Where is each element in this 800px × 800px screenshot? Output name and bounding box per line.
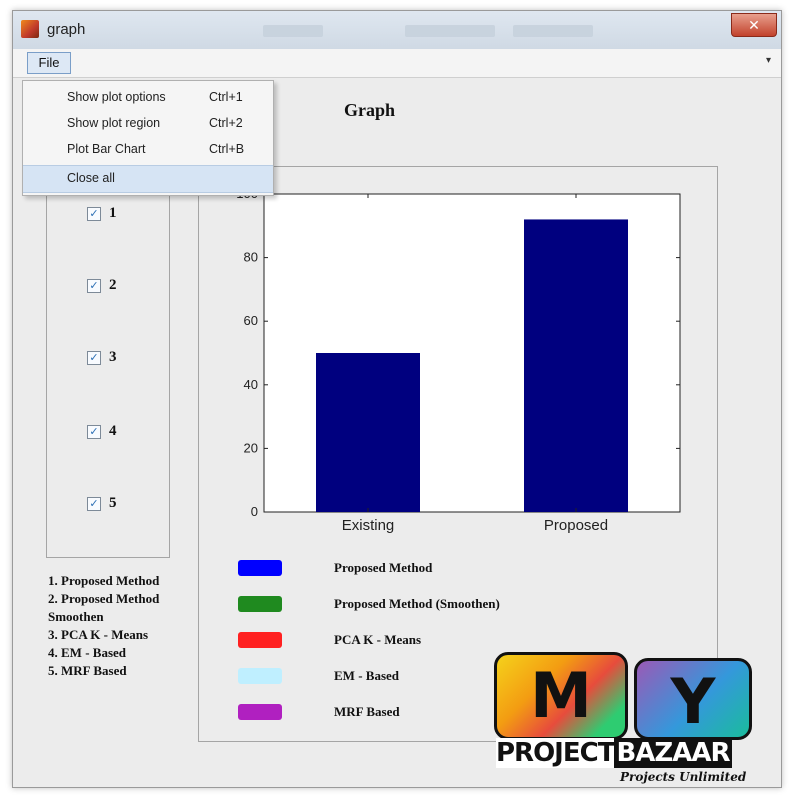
logo-letter-m: M: [530, 659, 592, 732]
menu-item-plot-bar-chart[interactable]: Plot Bar Chart Ctrl+B: [23, 137, 273, 163]
y-tick-label: 20: [244, 440, 258, 455]
legend-label: MRF Based: [334, 704, 400, 719]
legend-swatch: [238, 596, 282, 612]
legend-swatch: [238, 704, 282, 720]
legend-item-em-based: EM - Based: [238, 666, 538, 686]
logo-word-project: PROJECT: [496, 738, 615, 768]
logo-m-block: M: [494, 652, 628, 740]
menu-item-label: Show plot options: [67, 90, 166, 104]
menu-item-show-plot-options[interactable]: Show plot options Ctrl+1: [23, 85, 273, 111]
menu-item-show-plot-region[interactable]: Show plot region Ctrl+2: [23, 111, 273, 137]
y-tick-label: 40: [244, 377, 258, 392]
menu-item-shortcut: Ctrl+B: [209, 142, 245, 156]
y-tick-label: 60: [244, 313, 258, 328]
menu-item-shortcut: Ctrl+1: [209, 90, 243, 104]
logo-tagline: Projects Unlimited: [620, 770, 747, 784]
y-tick-label: 0: [251, 504, 258, 519]
logo-word-bazaar: BAZAAR: [614, 738, 732, 768]
legend-item-pca-k-means: PCA K - Means: [238, 630, 538, 650]
logo-letter-y: Y: [670, 665, 716, 738]
file-menu-dropdown: Show plot options Ctrl+1 Show plot regio…: [22, 80, 274, 196]
menu-item-label: Close all: [67, 171, 115, 185]
logo-wordmark: PROJECTBAZAAR: [496, 738, 732, 768]
menu-item-label: Plot Bar Chart: [67, 142, 146, 156]
legend-label: Proposed Method (Smoothen): [334, 596, 500, 611]
logo-y-block: Y: [634, 658, 752, 740]
legend-label: Proposed Method: [334, 560, 433, 575]
legend-label: PCA K - Means: [334, 632, 422, 647]
menu-item-shortcut: Ctrl+2: [209, 116, 243, 130]
legend-swatch: [238, 560, 282, 576]
x-tick-label: Existing: [342, 517, 395, 534]
menu-item-label: Show plot region: [67, 116, 161, 130]
legend: Proposed Method Proposed Method (Smoothe…: [238, 552, 538, 722]
legend-swatch: [238, 632, 282, 648]
legend-item-proposed-method-smoothen: Proposed Method (Smoothen): [238, 594, 538, 614]
bar-existing: [316, 353, 420, 512]
legend-item-mrf-based: MRF Based: [238, 702, 538, 722]
bar-proposed: [524, 219, 628, 512]
legend-swatch: [238, 668, 282, 684]
x-tick-label: Proposed: [544, 517, 608, 534]
my-project-bazaar-logo: M Y PROJECTBAZAAR Projects Unlimited: [494, 652, 760, 790]
legend-item-proposed-method: Proposed Method: [238, 558, 538, 578]
menu-item-close-all[interactable]: Close all: [23, 165, 273, 193]
y-tick-label: 80: [244, 250, 258, 265]
legend-label: EM - Based: [334, 668, 399, 683]
